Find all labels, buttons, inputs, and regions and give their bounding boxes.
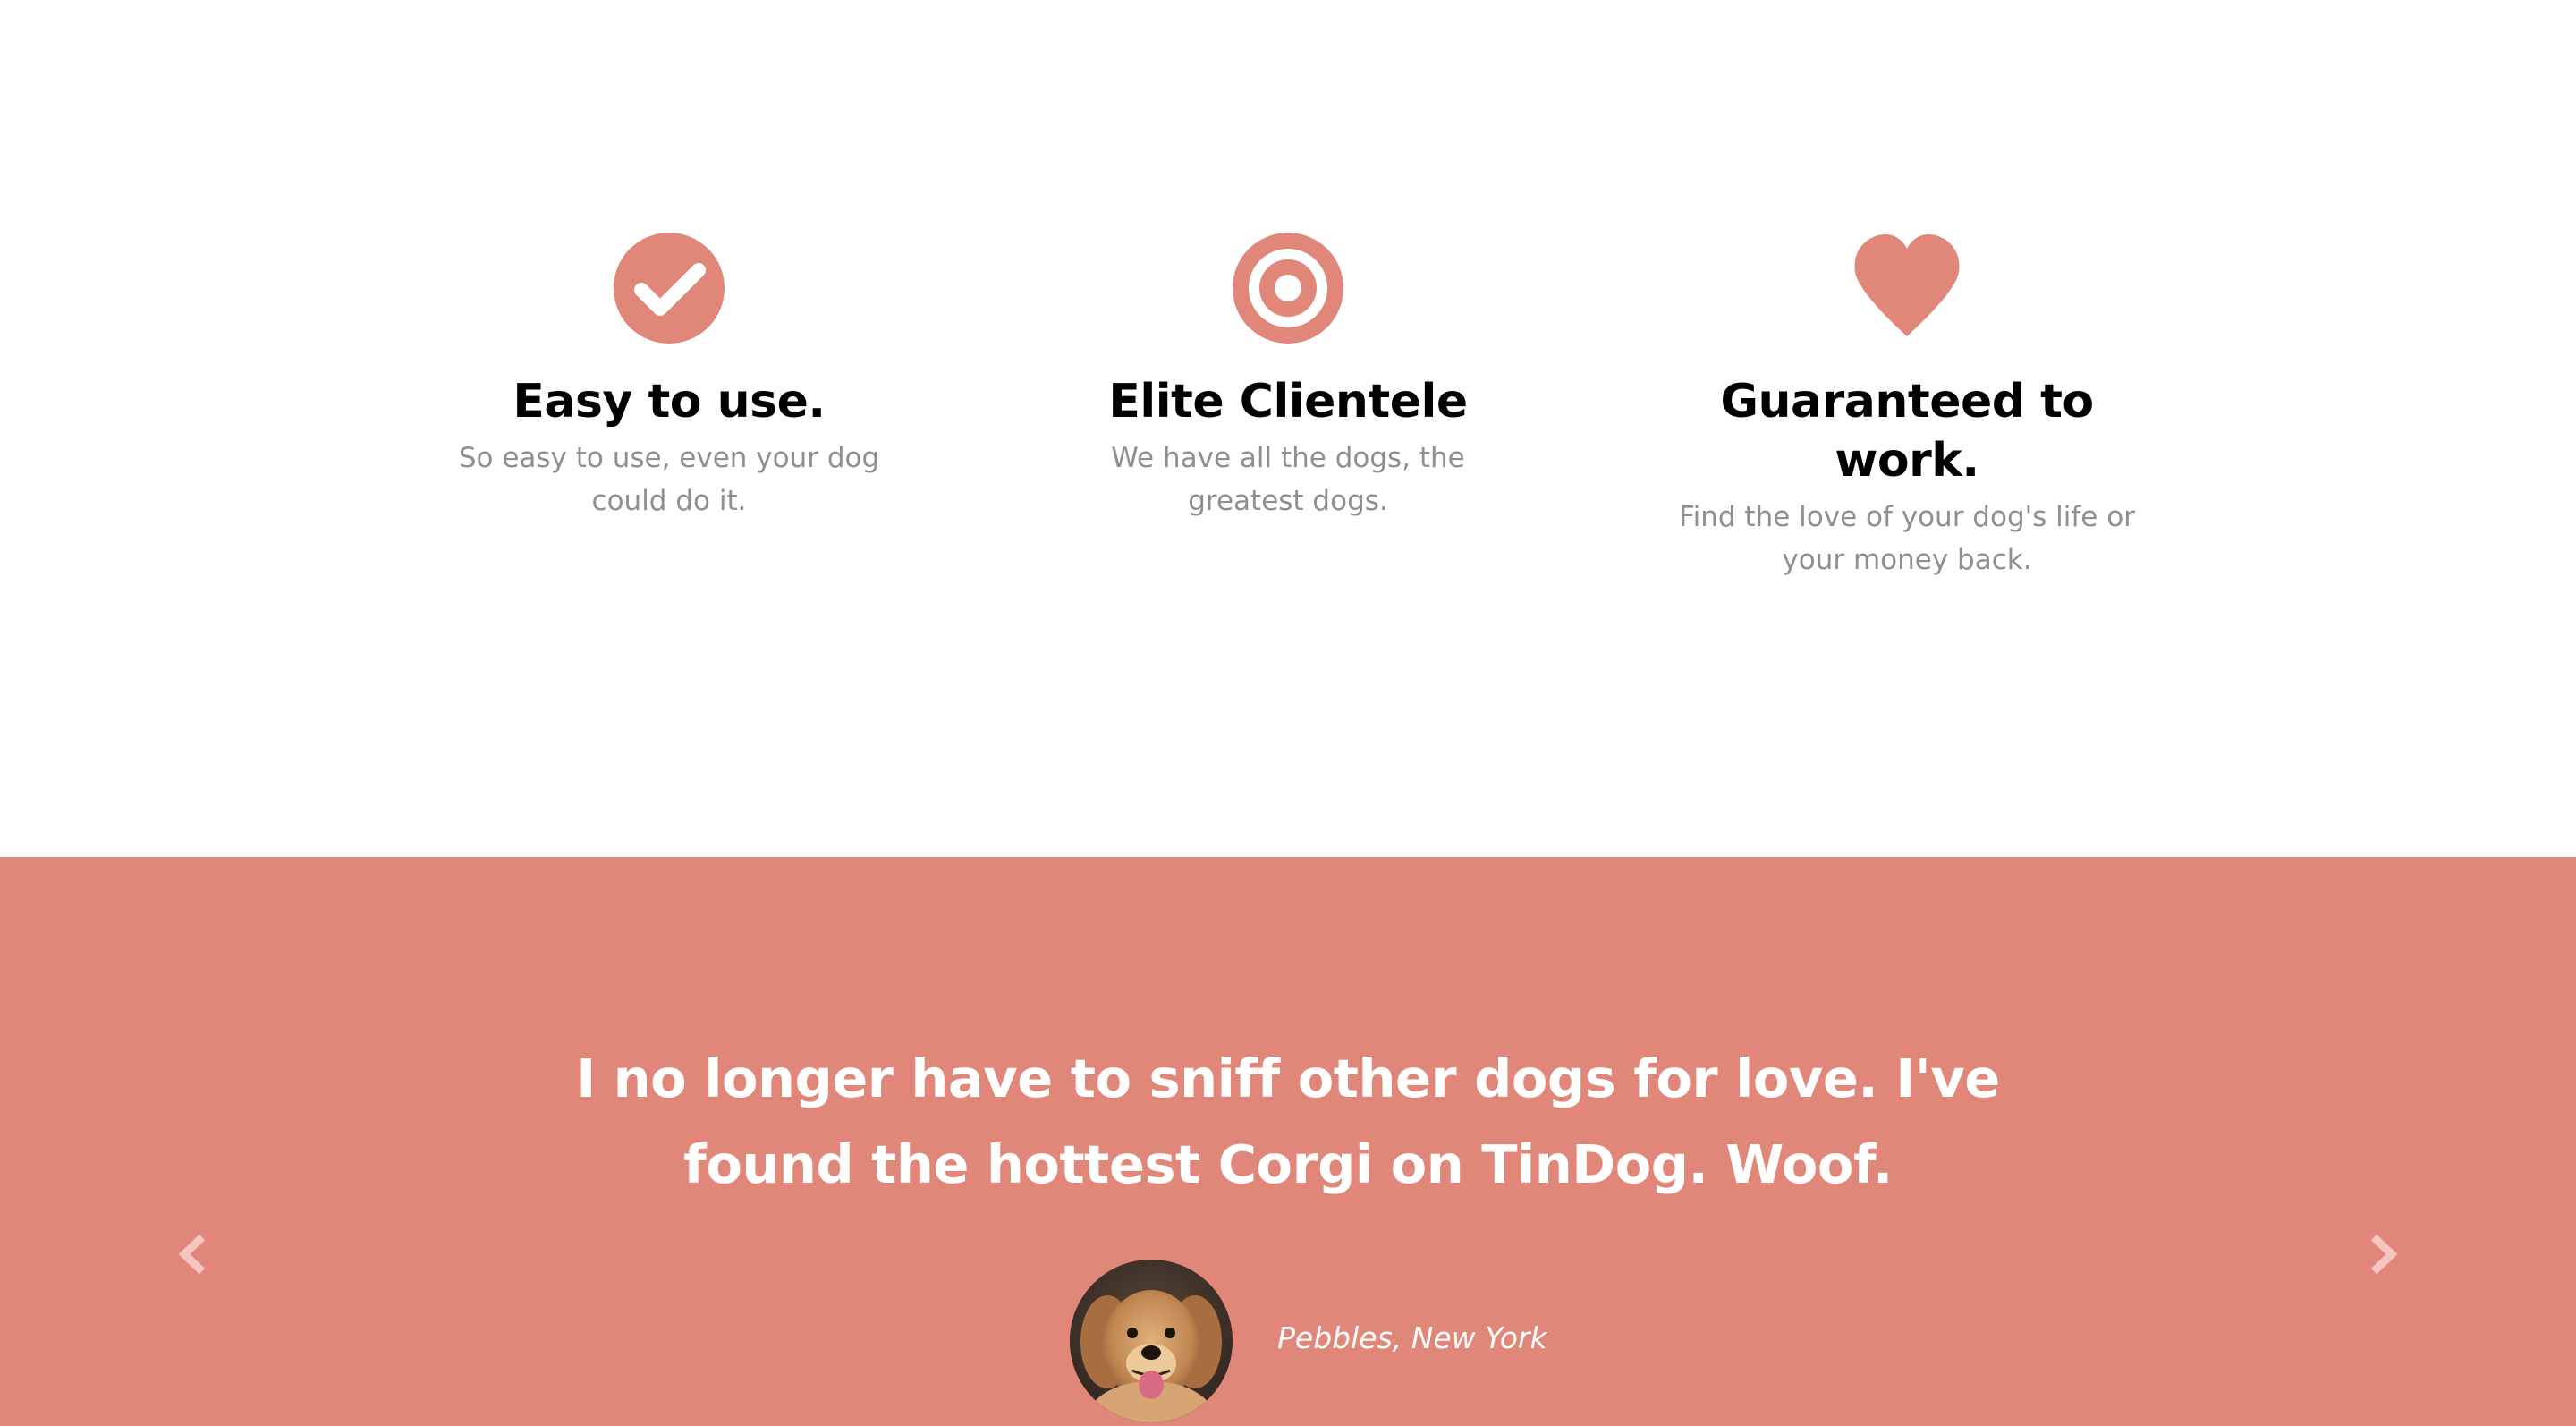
feature-description: Find the love of your dog's life or your… bbox=[1679, 501, 2135, 576]
heart-icon bbox=[1854, 234, 1960, 336]
carousel-prev-button[interactable] bbox=[157, 1218, 229, 1290]
check-circle-icon bbox=[614, 233, 724, 344]
feature-title: Easy to use. bbox=[513, 375, 826, 429]
bullseye-icon bbox=[1233, 233, 1343, 344]
feature-title: Elite Clientele bbox=[1108, 375, 1468, 429]
chevron-right-icon bbox=[2370, 1234, 2398, 1275]
feature-guaranteed: Guaranteed to work. Find the love of you… bbox=[1657, 231, 2157, 581]
chevron-left-icon bbox=[178, 1234, 206, 1275]
testimonial-author: Pebbles, New York bbox=[1277, 1320, 1547, 1355]
carousel-next-button[interactable] bbox=[2347, 1218, 2419, 1290]
feature-title: Guaranteed to work. bbox=[1720, 375, 2094, 488]
feature-description: So easy to use, even your dog could do i… bbox=[458, 442, 880, 517]
feature-elite-clientele: Elite Clientele We have all the dogs, th… bbox=[1038, 231, 1538, 522]
feature-easy-to-use: Easy to use. So easy to use, even your d… bbox=[419, 231, 919, 522]
testimonial-carousel: I no longer have to sniff other dogs for… bbox=[0, 857, 2576, 1426]
testimonial-quote: I no longer have to sniff other dogs for… bbox=[576, 1048, 2000, 1195]
features-section: Easy to use. So easy to use, even your d… bbox=[0, 0, 2576, 857]
testimonial-avatar bbox=[1070, 1260, 1233, 1422]
feature-description: We have all the dogs, the greatest dogs. bbox=[1111, 442, 1465, 517]
dog-avatar bbox=[1070, 1260, 1233, 1422]
